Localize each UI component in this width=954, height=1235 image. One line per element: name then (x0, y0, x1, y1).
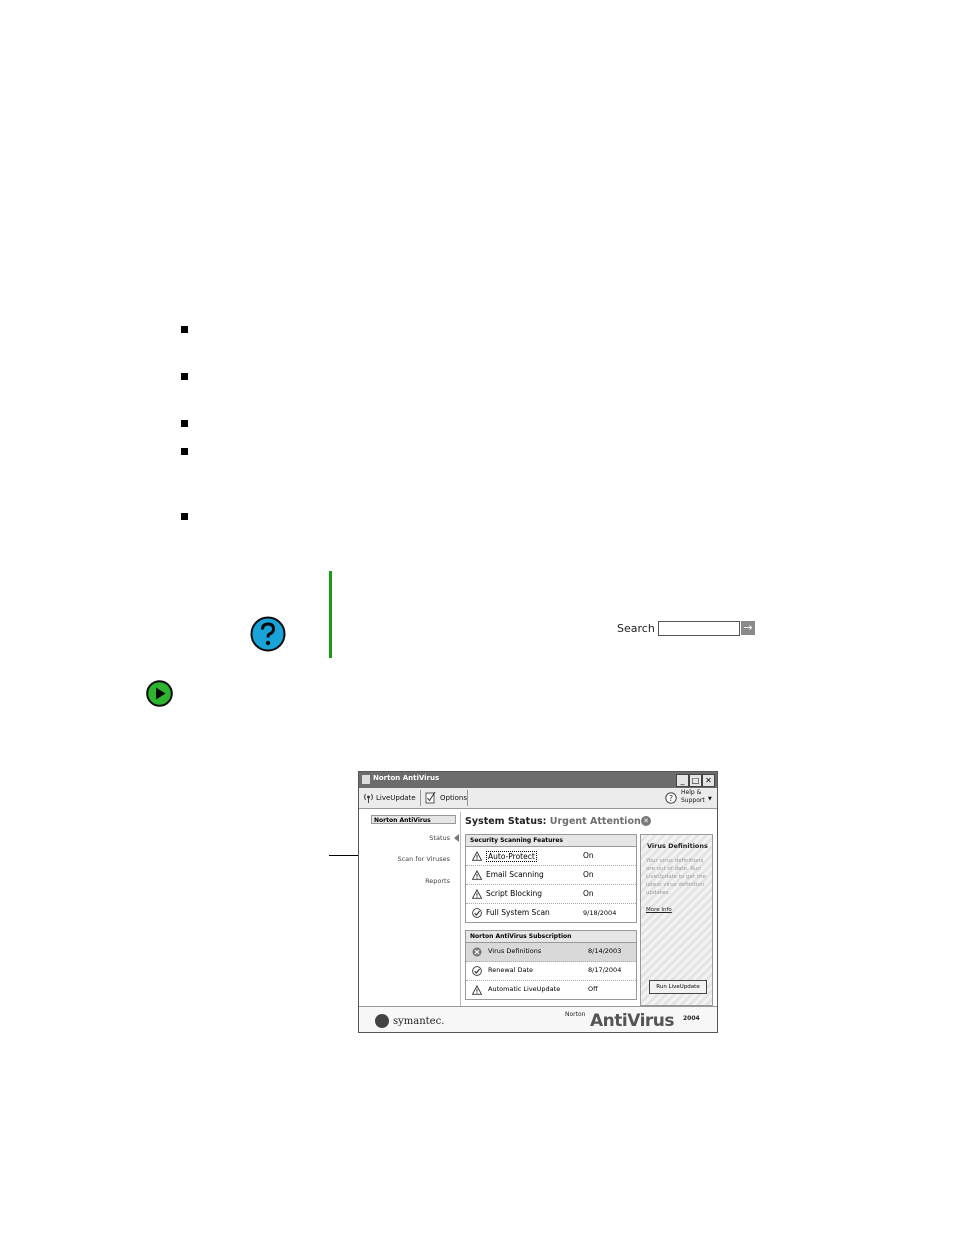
nav-item-reports[interactable]: Reports (370, 877, 450, 885)
subscription-value: 8/14/2003 (588, 947, 622, 955)
scanning-features-panel: Security Scanning Features Auto-Protect … (465, 834, 637, 923)
feature-value: On (583, 851, 594, 860)
urgent-x-icon: ✕ (641, 816, 651, 826)
subscription-row[interactable]: Virus Definitions 8/14/2003 (466, 943, 636, 962)
subscription-label[interactable]: Renewal Date (488, 966, 533, 974)
options-button[interactable]: Options (440, 794, 467, 802)
minimize-button[interactable]: _ (676, 774, 689, 787)
subscription-value: 8/17/2004 (588, 966, 622, 974)
bullet-marker (181, 448, 188, 455)
bullet-marker (181, 373, 188, 380)
warning-icon (472, 851, 482, 861)
procedure-play-icon (146, 680, 173, 707)
toolbar: LiveUpdate Options ? Help & Support ▼ (359, 788, 717, 809)
system-status-title: System Status: Urgent Attention (465, 816, 641, 827)
help-dropdown-icon[interactable]: ▼ (708, 796, 712, 802)
help-icon (250, 616, 286, 652)
search-label: Search (617, 622, 655, 635)
liveupdate-button[interactable]: LiveUpdate (376, 794, 416, 802)
selected-arrow-icon (454, 834, 459, 842)
window-footer: symantec. Norton AntiVirus 2004 (359, 1006, 717, 1032)
run-liveupdate-button[interactable]: Run LiveUpdate (649, 980, 707, 994)
side-panel-title: Virus Definitions (647, 842, 708, 850)
symantec-brand: symantec. (393, 1016, 445, 1027)
virus-definitions-side-panel: Virus Definitions Your virus definitions… (640, 834, 713, 1006)
liveupdate-icon (364, 793, 373, 803)
nav-item-status[interactable]: Status (370, 834, 450, 842)
product-name-small: Norton (565, 1011, 586, 1018)
help-box-rule (329, 571, 332, 658)
close-button[interactable]: ✕ (702, 774, 715, 787)
status-prefix: System Status: (465, 816, 547, 827)
feature-row[interactable]: Script Blocking On (466, 885, 636, 904)
nav-item-scan-for-viruses[interactable]: Scan for Viruses (370, 855, 450, 863)
feature-row[interactable]: Auto-Protect On (466, 847, 636, 866)
error-icon (472, 947, 482, 957)
feature-value: On (583, 870, 594, 879)
bullet-marker (181, 420, 188, 427)
symantec-logo-icon (375, 1014, 389, 1028)
panel-title: Norton AntiVirus Subscription (466, 931, 636, 943)
help-support-icon: ? (665, 792, 677, 804)
feature-value: 9/18/2004 (583, 909, 617, 917)
bullet-marker (181, 513, 188, 520)
norton-window: Norton AntiVirus _ □ ✕ LiveUpdate Option… (358, 771, 718, 1033)
subscription-label[interactable]: Virus Definitions (488, 947, 541, 955)
search-go-icon[interactable]: → (741, 621, 755, 635)
maximize-button[interactable]: □ (689, 774, 702, 787)
feature-value: On (583, 889, 594, 898)
nav-divider (460, 812, 461, 1007)
search-input[interactable] (658, 621, 740, 636)
window-title: Norton AntiVirus (373, 774, 440, 782)
panel-title: Security Scanning Features (466, 835, 636, 847)
warning-icon (472, 889, 482, 899)
status-state: Urgent Attention (549, 816, 641, 827)
feature-label[interactable]: Email Scanning (486, 870, 544, 879)
title-bar: Norton AntiVirus _ □ ✕ (359, 772, 717, 788)
feature-row[interactable]: Email Scanning On (466, 866, 636, 885)
more-info-link[interactable]: More Info (646, 907, 672, 913)
warning-icon (472, 985, 482, 995)
options-icon (425, 791, 436, 804)
feature-label[interactable]: Full System Scan (486, 908, 550, 917)
app-icon (362, 775, 370, 784)
side-panel-text: Your virus definitions are out of date. … (646, 858, 706, 896)
subscription-value: Off (588, 985, 598, 993)
product-year: 2004 (683, 1015, 700, 1022)
help-support-line2[interactable]: Support (681, 797, 705, 804)
toolbar-separator (420, 790, 421, 806)
subscription-row[interactable]: Automatic LiveUpdate Off (466, 981, 636, 999)
feature-label[interactable]: Auto-Protect (486, 851, 537, 862)
toolbar-separator (467, 790, 468, 806)
nav-header: Norton AntiVirus (371, 815, 456, 824)
product-name-large: AntiVirus (590, 1011, 675, 1031)
subscription-label[interactable]: Automatic LiveUpdate (488, 985, 560, 993)
warning-icon (472, 870, 482, 880)
subscription-row[interactable]: Renewal Date 8/17/2004 (466, 962, 636, 981)
bullet-marker (181, 326, 188, 333)
feature-row[interactable]: Full System Scan 9/18/2004 (466, 904, 636, 922)
feature-label[interactable]: Script Blocking (486, 889, 542, 898)
help-support-line1[interactable]: Help & (681, 789, 701, 796)
subscription-panel: Norton AntiVirus Subscription Virus Defi… (465, 930, 637, 1000)
check-icon (472, 908, 482, 918)
svg-text:?: ? (669, 794, 673, 803)
check-icon (472, 966, 482, 976)
